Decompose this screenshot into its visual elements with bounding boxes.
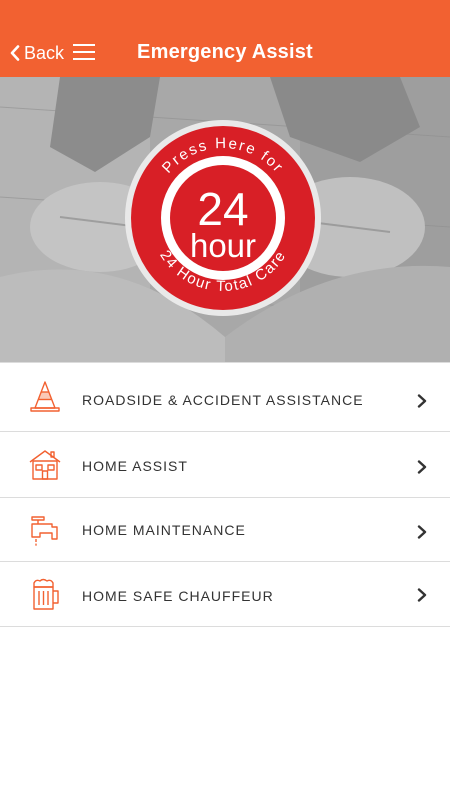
services-list: ROADSIDE & ACCIDENT ASSISTANCE HOME ASSI… xyxy=(0,362,450,627)
house-icon xyxy=(29,450,61,480)
chevron-right-icon xyxy=(417,588,427,602)
list-item-label: ROADSIDE & ACCIDENT ASSISTANCE xyxy=(82,392,364,408)
app-header: Back Emergency Assist xyxy=(0,0,450,77)
list-item-home-safe-chauffeur[interactable]: HOME SAFE CHAUFFEUR xyxy=(0,562,450,627)
chevron-right-icon xyxy=(417,525,427,539)
list-item-label: HOME SAFE CHAUFFEUR xyxy=(82,588,274,604)
hero-banner: Press Here for 24 Hour Total Care 24 hou… xyxy=(0,77,450,362)
24-hour-emergency-button[interactable]: Press Here for 24 Hour Total Care 24 hou… xyxy=(124,119,322,317)
water-tap-icon xyxy=(31,516,58,546)
chevron-right-icon xyxy=(417,394,427,408)
traffic-cone-icon xyxy=(30,381,60,412)
chevron-right-icon xyxy=(417,460,427,474)
list-item-label: HOME ASSIST xyxy=(82,458,188,474)
list-item-roadside-assistance[interactable]: ROADSIDE & ACCIDENT ASSISTANCE xyxy=(0,362,450,432)
badge-word: hour xyxy=(190,227,256,264)
page-title: Emergency Assist xyxy=(137,41,313,63)
list-item-home-maintenance[interactable]: HOME MAINTENANCE xyxy=(0,498,450,562)
list-item-label: HOME MAINTENANCE xyxy=(82,522,246,538)
list-item-home-assist[interactable]: HOME ASSIST xyxy=(0,432,450,498)
beer-mug-icon xyxy=(33,578,59,610)
